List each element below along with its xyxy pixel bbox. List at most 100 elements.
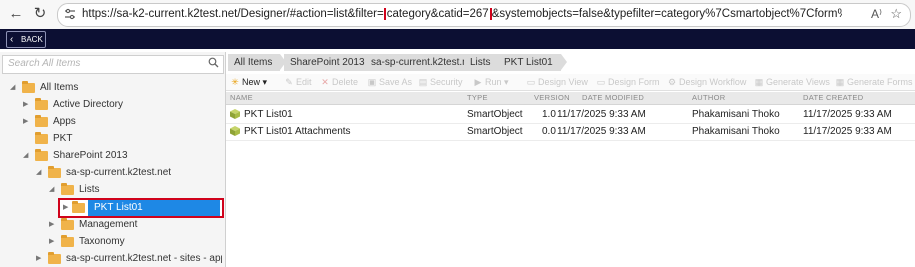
collapsed-icon[interactable]: ▶ xyxy=(49,234,54,250)
back-icon[interactable]: ← xyxy=(8,6,24,22)
cell-version: 0.0 xyxy=(542,126,556,137)
form-icon: ▭ xyxy=(596,77,606,87)
smartobject-icon xyxy=(230,126,240,136)
collapsed-icon[interactable]: ▶ xyxy=(36,251,41,267)
item-toolbar: ✳ New ▾ ✎ Edit ✕ Delete ▣ Save As ▤ Security … xyxy=(226,74,915,91)
tree-item-taxonomy[interactable]: ▶ Taxonomy xyxy=(49,234,209,250)
folder-icon xyxy=(35,98,48,110)
design-view-button[interactable]: ▭ Design View xyxy=(526,75,588,89)
tree-item-label: Active Directory xyxy=(53,99,124,110)
breadcrumb-item[interactable]: SharePoint 2013 xyxy=(284,54,379,71)
cell-date-modified: 11/17/2025 9:33 AM xyxy=(557,126,646,137)
tree-item-label: Management xyxy=(79,219,138,230)
back-button-label: BACK xyxy=(21,35,43,44)
tree-item-label: SharePoint 2013 xyxy=(53,150,128,161)
expanded-icon[interactable]: ◢ xyxy=(10,80,15,96)
folder-icon xyxy=(35,132,48,144)
security-label: Security xyxy=(430,77,463,87)
view-icon: ▭ xyxy=(526,77,536,87)
cell-date-created: 11/17/2025 9:33 AM xyxy=(803,126,892,137)
folder-icon xyxy=(61,235,74,247)
folder-icon xyxy=(48,252,61,264)
expanded-icon[interactable]: ◢ xyxy=(49,182,54,198)
grid-header: NAME TYPE VERSION DATE MODIFIED AUTHOR D… xyxy=(226,92,915,105)
browser-toolbar: ← ↻ https://sa-k2-current.k2test.net/Des… xyxy=(0,0,915,30)
design-view-label: Design View xyxy=(538,77,588,87)
tree-item-sharepoint-2013[interactable]: ◢ SharePoint 2013 xyxy=(23,148,213,164)
collapsed-icon[interactable]: ▶ xyxy=(23,97,28,113)
column-header-date-created[interactable]: DATE CREATED xyxy=(803,93,863,102)
search-icon[interactable] xyxy=(208,57,219,68)
design-form-label: Design Form xyxy=(608,77,660,87)
read-aloud-icon[interactable]: A⁾ xyxy=(871,7,882,21)
tree-search-placeholder: Search All Items xyxy=(8,58,81,69)
app-header: ‹ BACK xyxy=(0,29,915,49)
delete-icon: ✕ xyxy=(321,77,329,87)
folder-icon xyxy=(22,81,35,93)
category-tree-panel: Search All Items ◢ All Items ▶ Active Dire… xyxy=(0,52,226,267)
folder-icon xyxy=(35,115,48,127)
new-label: New xyxy=(242,77,261,87)
cell-author: Phakamisani Thoko xyxy=(692,126,780,137)
refresh-icon[interactable]: ↻ xyxy=(32,6,48,22)
tree-search-input[interactable]: Search All Items xyxy=(2,55,224,74)
security-button[interactable]: ▤ Security xyxy=(418,75,463,89)
collapsed-icon[interactable]: ▶ xyxy=(23,114,28,130)
delete-button[interactable]: ✕ Delete xyxy=(320,75,358,89)
smartobject-icon xyxy=(230,109,240,119)
url-text[interactable]: https://sa-k2-current.k2test.net/Designe… xyxy=(82,8,842,20)
run-button[interactable]: ▶ Run ▾ xyxy=(473,75,509,89)
column-header-name[interactable]: NAME xyxy=(230,93,253,102)
expanded-icon[interactable]: ◢ xyxy=(23,148,28,164)
collapsed-icon[interactable]: ▶ xyxy=(63,200,68,216)
tree-item-pkt[interactable]: PKT xyxy=(23,131,213,147)
tree-item-label: sa-sp-current.k2test.net xyxy=(66,167,172,178)
collapsed-icon[interactable]: ▶ xyxy=(49,217,54,233)
generate-forms-button[interactable]: ▦ Generate Forms xyxy=(835,75,913,89)
folder-icon xyxy=(61,183,74,195)
cell-date-created: 11/17/2025 9:33 AM xyxy=(803,109,892,120)
breadcrumb-item[interactable]: Lists xyxy=(464,54,505,71)
generate-forms-label: Generate Forms xyxy=(847,77,913,87)
tree-item-lists[interactable]: ◢ Lists xyxy=(49,182,209,198)
table-row[interactable]: PKT List01 Attachments SmartObject 0.0 1… xyxy=(226,123,915,141)
generate-views-button[interactable]: ▦ Generate Views xyxy=(754,75,830,89)
tree-item-active-directory[interactable]: ▶ Active Directory xyxy=(23,97,213,113)
column-header-type[interactable]: TYPE xyxy=(467,93,488,102)
column-header-date-modified[interactable]: DATE MODIFIED xyxy=(582,93,644,102)
url-highlight-callout: category&catid=267 xyxy=(383,8,492,20)
tree-item-sa-sp-current[interactable]: ◢ sa-sp-current.k2test.net xyxy=(36,165,216,181)
back-button[interactable]: ‹ BACK xyxy=(6,31,46,48)
table-row[interactable]: PKT List01 SmartObject 1.0 11/17/2025 9:… xyxy=(226,106,915,124)
address-bar[interactable]: https://sa-k2-current.k2test.net/Designe… xyxy=(57,3,911,27)
design-workflow-button[interactable]: ⚙ Design Workflow xyxy=(667,75,746,89)
tree-item-management[interactable]: ▶ Management xyxy=(49,217,209,233)
new-button[interactable]: ✳ New ▾ xyxy=(230,75,267,89)
breadcrumb-item[interactable]: All Items xyxy=(228,54,287,71)
design-form-button[interactable]: ▭ Design Form xyxy=(596,75,660,89)
breadcrumb-item[interactable]: PKT List01 xyxy=(498,54,567,71)
column-header-author[interactable]: AUTHOR xyxy=(692,93,725,102)
tree-item-apps[interactable]: ▶ Apps xyxy=(23,114,213,130)
tree-item-pkt-list01[interactable]: ▶ PKT List01 xyxy=(58,198,224,218)
run-icon: ▶ xyxy=(474,77,482,87)
folder-icon xyxy=(72,201,85,213)
expanded-icon[interactable]: ◢ xyxy=(36,165,41,181)
column-header-version[interactable]: VERSION xyxy=(534,93,570,102)
cell-name[interactable]: PKT List01 xyxy=(244,109,293,120)
tree-item-label: All Items xyxy=(40,82,79,93)
edit-button[interactable]: ✎ Edit xyxy=(284,75,311,89)
tree-item-all-items[interactable]: ◢ All Items xyxy=(10,80,210,96)
tree-item-sites-appcat[interactable]: ▶ sa-sp-current.k2test.net - sites - appc… xyxy=(36,251,222,267)
tree-item-label: sa-sp-current.k2test.net - sites - appca… xyxy=(66,253,222,264)
run-label: Run xyxy=(485,77,502,87)
favorite-star-icon[interactable]: ☆ xyxy=(890,6,902,22)
save-as-button[interactable]: ▣ Save As xyxy=(367,75,412,89)
design-workflow-label: Design Workflow xyxy=(679,77,747,87)
tune-icon[interactable] xyxy=(64,8,76,20)
security-icon: ▤ xyxy=(418,77,428,87)
cell-name[interactable]: PKT List01 Attachments xyxy=(244,126,351,137)
folder-icon xyxy=(48,166,61,178)
cell-version: 1.0 xyxy=(542,109,556,120)
tree-item-label: Apps xyxy=(53,116,76,127)
